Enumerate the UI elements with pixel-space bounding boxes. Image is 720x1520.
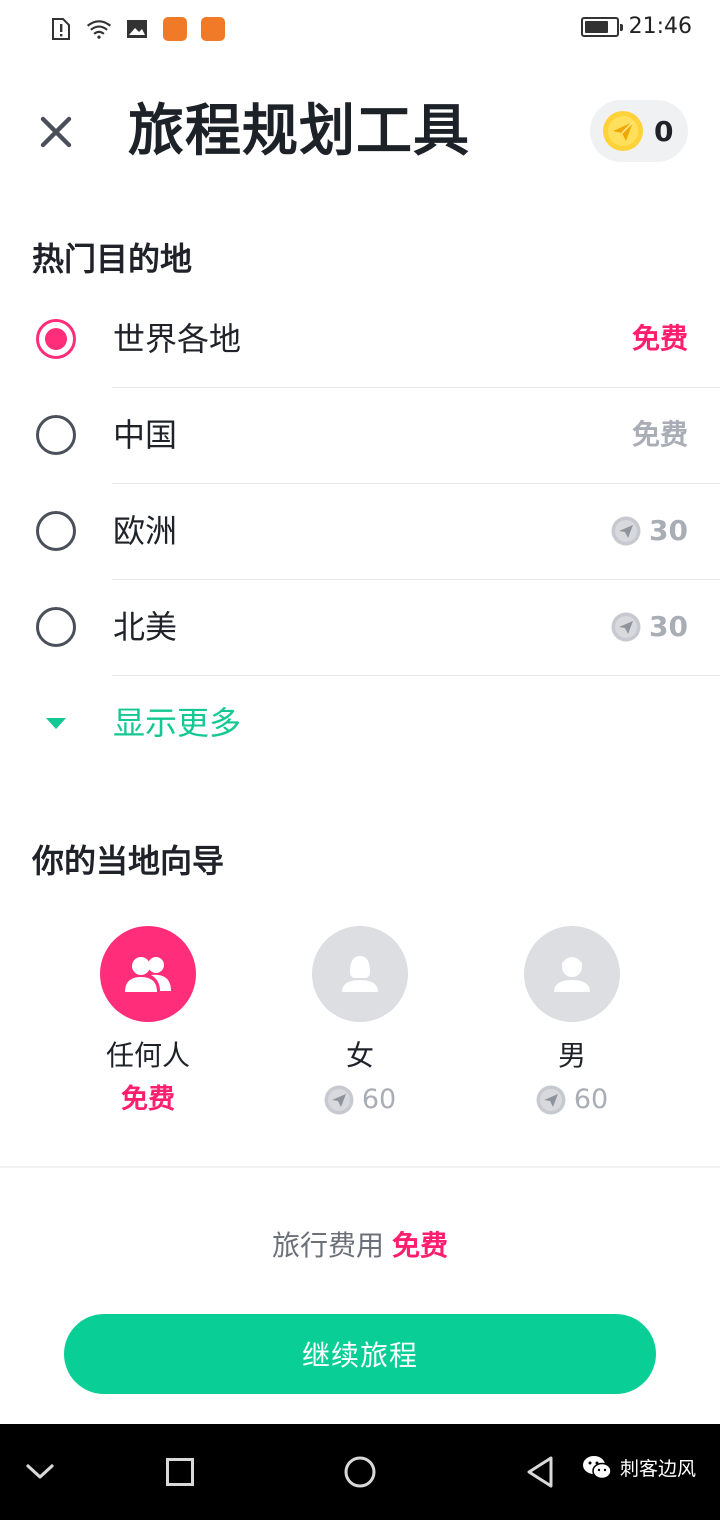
coin-count: 0 — [654, 114, 674, 148]
alert-icon — [48, 16, 74, 42]
nav-home-button[interactable] — [340, 1452, 380, 1492]
wifi-icon — [86, 16, 112, 42]
guide-avatar[interactable] — [524, 926, 620, 1022]
radio-unselected[interactable] — [36, 511, 76, 551]
guide-label: 男 — [557, 1039, 586, 1072]
guide-options: 任何人 免费 女 60 男 60 — [0, 926, 720, 1126]
guide-label: 女 — [345, 1039, 374, 1072]
paper-plane-coin-icon — [603, 111, 643, 151]
destination-price: 30 — [611, 506, 688, 556]
trip-cost-value: 免费 — [392, 1229, 449, 1262]
guide-option-male[interactable]: 男 60 — [472, 926, 672, 1118]
continue-button[interactable]: 继续旅程 — [64, 1314, 656, 1394]
destination-option[interactable]: 欧洲 30 — [0, 484, 720, 580]
caret-down-icon — [46, 718, 66, 729]
coin-balance-button[interactable]: 0 — [590, 100, 688, 162]
show-more-label: 显示更多 — [113, 704, 242, 742]
close-button[interactable] — [30, 106, 82, 158]
destination-name: 欧洲 — [113, 512, 178, 550]
paper-plane-coin-icon — [611, 516, 641, 546]
app-icon — [200, 16, 226, 42]
radio-unselected[interactable] — [36, 607, 76, 647]
image-icon — [124, 16, 150, 42]
close-icon — [40, 116, 72, 148]
destination-name: 中国 — [113, 416, 178, 454]
destination-option[interactable]: 北美 30 — [0, 580, 720, 676]
female-person-icon — [342, 956, 378, 992]
status-bar: 21:46 — [0, 0, 720, 62]
trip-cost: 旅行费用 免费 — [0, 1224, 720, 1264]
paper-plane-coin-icon — [611, 612, 641, 642]
group-people-icon — [125, 957, 171, 992]
destination-price: 30 — [611, 602, 688, 652]
trip-cost-label: 旅行费用 — [271, 1229, 384, 1262]
page-title: 旅程规划工具 — [128, 99, 470, 164]
destination-option[interactable]: 世界各地 免费 — [0, 292, 720, 388]
square-icon — [166, 1458, 194, 1486]
paper-plane-coin-icon — [324, 1085, 354, 1115]
chevron-down-icon — [26, 1464, 54, 1479]
paper-plane-coin-icon — [536, 1085, 566, 1115]
back-triangle-icon — [527, 1456, 553, 1488]
guide-price: 免费 — [121, 1084, 175, 1115]
guide-avatar[interactable] — [100, 926, 196, 1022]
radio-selected[interactable] — [36, 319, 76, 359]
destination-name: 北美 — [113, 608, 178, 646]
guide-avatar[interactable] — [312, 926, 408, 1022]
male-person-icon — [554, 957, 590, 992]
nav-recents-button[interactable] — [160, 1452, 200, 1492]
clock: 21:46 — [628, 14, 692, 39]
app-icon — [162, 16, 188, 42]
section-title-destinations: 热门目的地 — [32, 240, 193, 278]
guide-option-female[interactable]: 女 60 — [260, 926, 460, 1118]
nav-back-button[interactable] — [520, 1452, 560, 1492]
section-title-guides: 你的当地向导 — [32, 842, 225, 880]
show-more-button[interactable]: 显示更多 — [0, 676, 720, 772]
destination-price: 免费 — [631, 418, 688, 451]
guide-label: 任何人 — [105, 1039, 190, 1072]
system-nav-bar: 刺客边风 — [0, 1424, 720, 1520]
destination-price: 免费 — [631, 322, 688, 355]
guide-price: 60 — [472, 1082, 672, 1118]
destination-list: 世界各地 免费 中国 免费 欧洲 30 北美 30 — [0, 292, 720, 676]
battery-icon — [580, 16, 623, 37]
watermark-text: 刺客边风 — [619, 1458, 696, 1480]
guide-price: 60 — [260, 1082, 460, 1118]
nav-collapse-button[interactable] — [20, 1452, 60, 1492]
wechat-icon — [582, 1455, 612, 1479]
destination-name: 世界各地 — [113, 320, 242, 358]
destination-option[interactable]: 中国 免费 — [0, 388, 720, 484]
guide-option-anyone[interactable]: 任何人 免费 — [48, 926, 248, 1118]
watermark: 刺客边风 — [582, 1454, 696, 1481]
radio-unselected[interactable] — [36, 415, 76, 455]
bottom-panel: 旅行费用 免费 继续旅程 — [0, 1166, 720, 1424]
circle-icon — [344, 1456, 376, 1488]
